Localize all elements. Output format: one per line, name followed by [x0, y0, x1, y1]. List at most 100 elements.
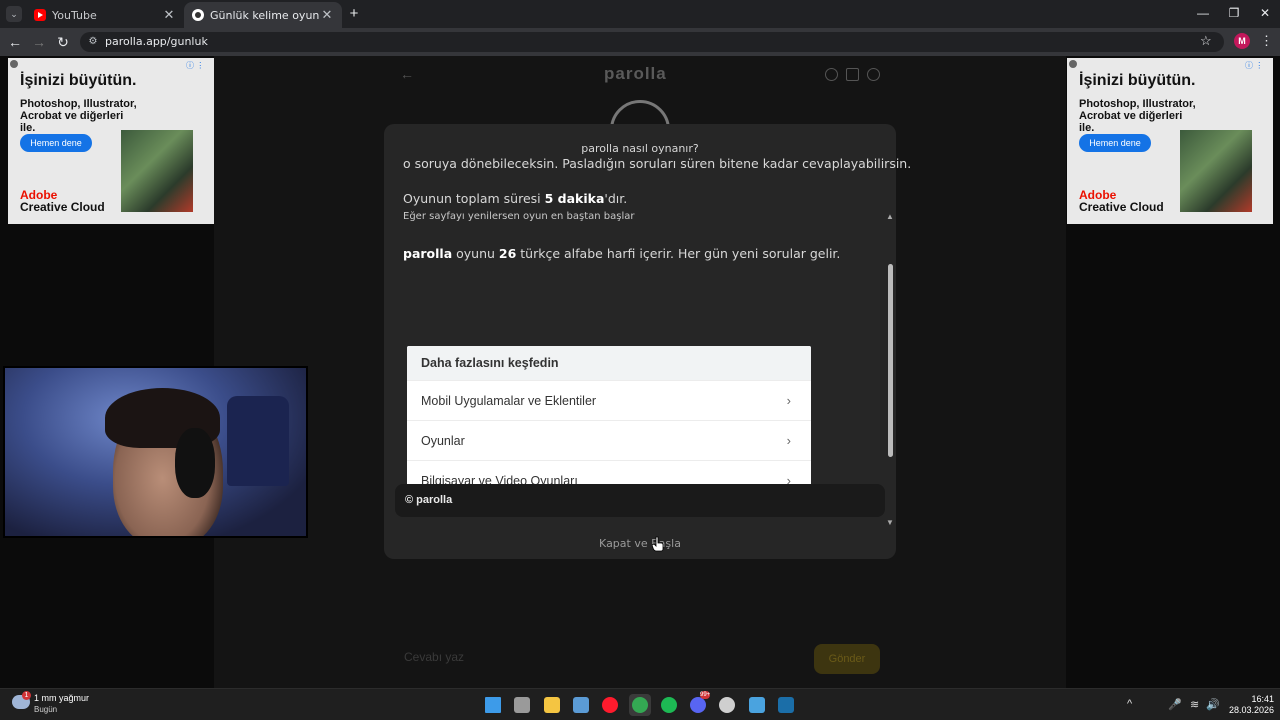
hand-cursor-icon [652, 536, 664, 552]
stats-icon[interactable] [846, 68, 859, 81]
ad-corner-icon [1069, 60, 1077, 68]
ad-image [1180, 130, 1252, 212]
clock-time: 16:41 [1251, 694, 1274, 704]
answer-input[interactable]: Cevabı yaz [394, 642, 814, 672]
scroll-up-icon[interactable]: ▲ [886, 212, 894, 221]
send-button[interactable]: Gönder [814, 644, 880, 674]
scroll-down-icon[interactable]: ▼ [886, 518, 894, 527]
modal-scrollbar-thumb[interactable] [888, 264, 893, 457]
tab-parolla[interactable]: Günlük kelime oyunu - parolla ✕ [184, 2, 342, 28]
ad-banner-right[interactable]: ⓘ ⋮ İşinizi büyütün. Photoshop, Illustra… [1067, 58, 1273, 224]
reload-button[interactable]: ↻ [54, 33, 72, 51]
app-back-icon[interactable]: ← [400, 66, 414, 82]
modal-title: parolla nasıl oynanır? [581, 142, 699, 155]
ad-info-icon[interactable]: ⓘ ⋮ [1245, 60, 1263, 71]
modal-footer-copyright: © parolla [395, 484, 885, 517]
clock-date: 28.03.2026 [1228, 705, 1274, 715]
webcam-jersey [227, 396, 289, 486]
forward-button[interactable]: → [30, 33, 48, 51]
page-viewport: ⓘ ⋮ İşinizi büyütün. Photoshop, Illustra… [0, 56, 1280, 688]
ad-brand-product: Creative Cloud [1079, 200, 1164, 214]
back-button[interactable]: ← [6, 33, 24, 51]
opera-icon [602, 697, 618, 713]
taskbar-obs-studio-button[interactable] [716, 694, 738, 716]
ad-headline: İşinizi büyütün. [1079, 72, 1196, 89]
weather-temp[interactable]: 1 mm yağmur [34, 693, 89, 703]
youtube-icon [34, 9, 46, 21]
window-close-button[interactable]: ✕ [1250, 4, 1280, 22]
rules-text-partial: o soruya dönebileceksin. Pasladığın soru… [403, 156, 912, 171]
browser-tab-bar: ⌄ YouTube ✕ Günlük kelime oyunu - paroll… [0, 0, 1280, 28]
browser-toolbar: ← → ↻ ⚙ parolla.app/gunluk ☆ [0, 28, 1280, 56]
letters-brand: parolla [403, 246, 453, 261]
ad-cta-button[interactable]: Hemen dene [1079, 134, 1151, 152]
discord-badge: 99+ [700, 691, 711, 699]
tab-youtube[interactable]: YouTube ✕ [26, 2, 184, 28]
taskbar-chrome-button[interactable] [629, 694, 651, 716]
chrome-icon [632, 697, 648, 713]
ad-brand-product: Creative Cloud [20, 200, 105, 214]
letters-suffix: türkçe alfabe harfi içerir. Her gün yeni… [516, 246, 841, 261]
tab-list-button[interactable]: ⌄ [6, 6, 22, 22]
ad-corner-icon [10, 60, 18, 68]
discover-item-games[interactable]: Oyunlar › [407, 420, 811, 460]
tab-close-icon[interactable]: ✕ [162, 8, 176, 23]
taskbar-microsoft-store-button[interactable] [570, 694, 592, 716]
discord-icon [690, 697, 706, 713]
spotify-icon [661, 697, 677, 713]
tab-title: YouTube [52, 8, 97, 22]
volume-icon[interactable]: 🔊 [1206, 698, 1220, 711]
ad-cta-button[interactable]: Hemen dene [20, 134, 92, 152]
letters-mid: oyunu [452, 246, 499, 261]
webcam-headset [175, 428, 215, 498]
app-logo: parolla [604, 64, 667, 83]
wifi-icon[interactable]: ≋ [1190, 698, 1199, 711]
tray-chevron-icon[interactable]: ^ [1127, 698, 1132, 710]
ad-subline: Photoshop, Illustrator, Acrobat ve diğer… [20, 98, 137, 134]
photos-icon [749, 697, 765, 713]
webcam-overlay [3, 366, 308, 538]
discover-item-label: Mobil Uygulamalar ve Eklentiler [421, 394, 597, 408]
taskbar-task-view-button[interactable] [511, 694, 533, 716]
ad-image [121, 130, 193, 212]
duration-text: Oyunun toplam süresi 5 dakika'dır. [403, 191, 627, 206]
windows-taskbar: 1 1 mm yağmur Bugün 99+ ^ 🎤 ≋ 🔊 16:41 28… [0, 688, 1280, 720]
discover-item-label: Oyunlar [421, 434, 465, 448]
task-view-icon [514, 697, 530, 713]
taskbar-opera-button[interactable] [599, 694, 621, 716]
info-icon[interactable] [825, 68, 838, 81]
close-and-start-button[interactable]: Kapat ve Başla [384, 537, 896, 550]
duration-value: 5 dakika [544, 191, 605, 206]
chevron-right-icon: › [786, 433, 791, 448]
taskbar-spotify-button[interactable] [658, 694, 680, 716]
new-tab-button[interactable]: + [346, 6, 362, 22]
taskbar-file-explorer-button[interactable] [541, 694, 563, 716]
microphone-icon[interactable]: 🎤 [1168, 698, 1182, 711]
refresh-note: Eğer sayfayı yenilersen oyun en baştan b… [403, 211, 635, 222]
weather-day[interactable]: Bugün [34, 705, 57, 714]
minimize-button[interactable]: — [1188, 4, 1218, 22]
discover-more-box: Daha fazlasını keşfedin Mobil Uygulamala… [407, 346, 811, 503]
profile-avatar[interactable]: M [1234, 33, 1250, 49]
letters-count: 26 [498, 246, 517, 261]
start-icon [485, 697, 501, 713]
ad-subline: Photoshop, Illustrator, Acrobat ve diğer… [1079, 98, 1196, 134]
ad-info-icon[interactable]: ⓘ ⋮ [186, 60, 204, 71]
taskbar-steam-button[interactable] [775, 694, 797, 716]
tab-close-icon[interactable]: ✕ [320, 8, 334, 23]
discover-item-mobile-apps[interactable]: Mobil Uygulamalar ve Eklentiler › [407, 380, 811, 420]
profile-icon[interactable] [867, 68, 880, 81]
clock[interactable]: 16:41 28.03.2026 [1226, 694, 1274, 716]
file-explorer-icon [544, 697, 560, 713]
taskbar-start-button[interactable] [482, 694, 504, 716]
restore-button[interactable]: ❐ [1219, 4, 1249, 22]
site-info-icon[interactable]: ⚙ [86, 35, 100, 49]
address-bar[interactable]: ⚙ parolla.app/gunluk ☆ [80, 32, 1224, 52]
obs-studio-icon [719, 697, 735, 713]
weather-badge: 1 [22, 691, 31, 700]
browser-menu-icon[interactable]: ⋮ [1260, 33, 1273, 49]
bookmark-star-icon[interactable]: ☆ [1200, 33, 1212, 49]
steam-icon [778, 697, 794, 713]
taskbar-photos-button[interactable] [746, 694, 768, 716]
ad-banner-left[interactable]: ⓘ ⋮ İşinizi büyütün. Photoshop, Illustra… [8, 58, 214, 224]
